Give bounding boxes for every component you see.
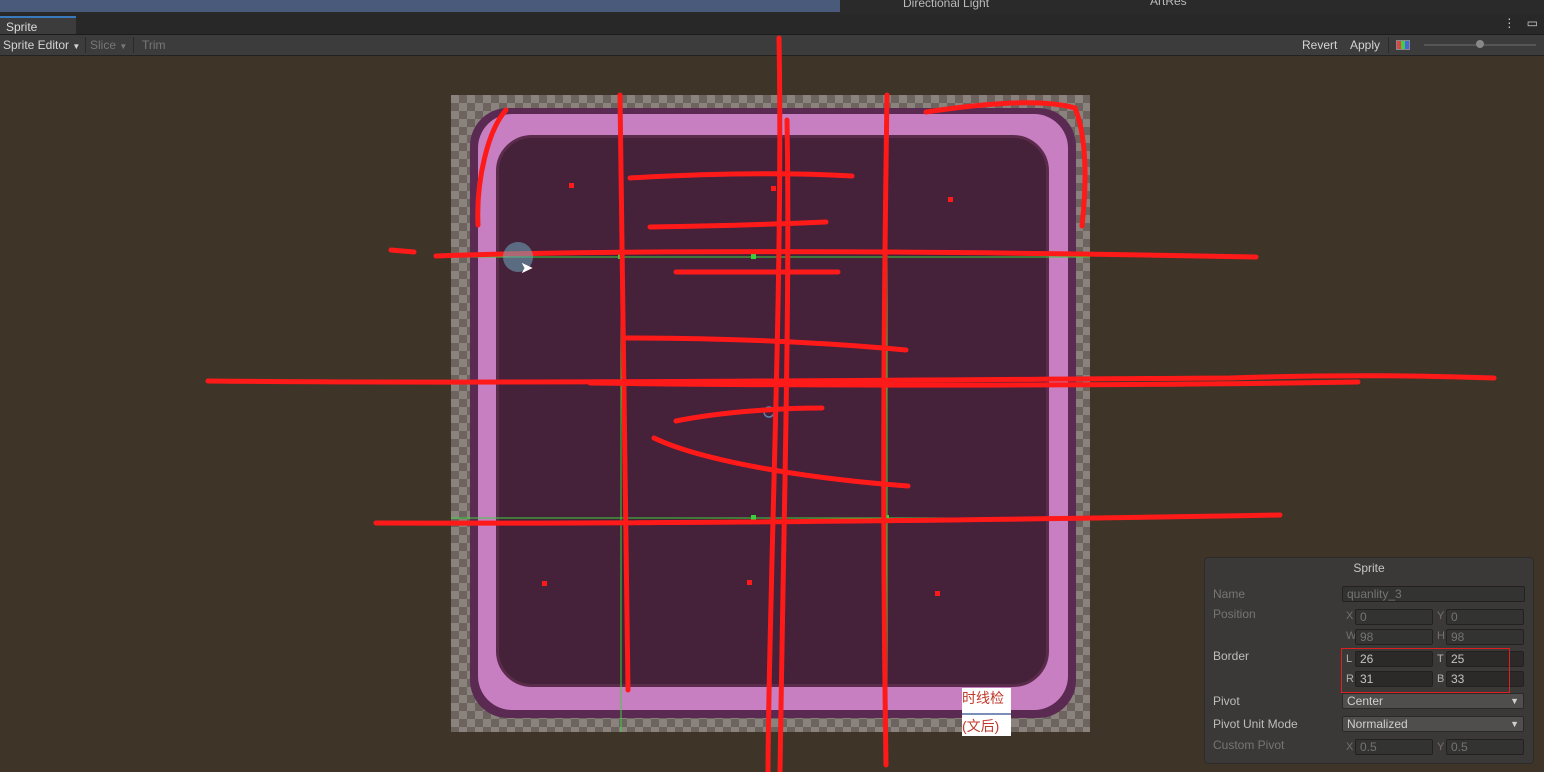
custom-pivot-x-field[interactable]: 0.5 (1355, 739, 1433, 755)
position-w-field[interactable]: 98 (1355, 629, 1433, 645)
cx-prefix: X (1346, 741, 1354, 753)
apply-button[interactable]: Apply (1350, 35, 1380, 55)
cy-prefix: Y (1437, 741, 1445, 753)
y-prefix: Y (1437, 610, 1445, 622)
pivot-value: Center (1347, 694, 1384, 708)
hierarchy-item-directional-light[interactable]: Directional Light (903, 0, 989, 10)
pivot-unit-value: Normalized (1347, 717, 1408, 731)
mode-dropdown[interactable]: Sprite Editor ▼ (3, 35, 80, 55)
h-prefix: H (1437, 630, 1445, 642)
pivot-label: Pivot (1213, 694, 1240, 708)
kebab-menu-icon[interactable]: ⋮ (1503, 16, 1515, 30)
border-label: Border (1213, 649, 1250, 663)
position-x-field[interactable]: 0 (1355, 609, 1433, 625)
name-field[interactable]: quanlity_3 (1342, 586, 1525, 602)
position-label: Position (1213, 607, 1256, 621)
name-label: Name (1213, 587, 1246, 601)
chevron-down-icon: ▼ (72, 42, 81, 51)
chevron-down-icon: ▼ (119, 42, 128, 51)
mouse-cursor-icon: ➤ (520, 260, 534, 277)
slice-label: Slice (90, 38, 117, 52)
top-strip: Directional Light ArtRes (0, 0, 1544, 14)
maximize-icon[interactable]: ▭ (1527, 16, 1538, 30)
pivot-dropdown[interactable]: Center ▼ (1342, 693, 1524, 709)
x-prefix: X (1346, 610, 1354, 622)
custom-pivot-label: Custom Pivot (1213, 738, 1285, 752)
separator (1388, 37, 1389, 53)
scene-header-strip (0, 0, 840, 12)
inspector-title: Sprite (1353, 561, 1385, 575)
window-buttons: ⋮ ▭ (1503, 16, 1538, 30)
revert-button[interactable]: Revert (1302, 35, 1337, 55)
tab-sprite-editor[interactable]: Sprite Editor (0, 16, 76, 52)
border-highlight-box (1341, 648, 1510, 693)
position-h-field[interactable]: 98 (1446, 629, 1524, 645)
popup-divider (962, 713, 1011, 715)
zoom-slider[interactable] (1424, 40, 1536, 48)
tab-bar: Sprite Editor ⋮ ▭ (0, 14, 1544, 52)
rgb-channel-icon[interactable] (1396, 40, 1410, 50)
popup-line-1: 时线检 (962, 690, 1004, 706)
sprite-editor-toolbar: Sprite Editor ▼ Slice ▼ Trim Revert Appl… (0, 35, 1544, 56)
position-y-field[interactable]: 0 (1446, 609, 1524, 625)
project-item-artres[interactable]: ArtRes (1150, 0, 1187, 8)
slice-dropdown[interactable]: Slice ▼ (90, 35, 127, 55)
sprite-inner-panel (496, 135, 1049, 687)
mode-label: Sprite Editor (3, 38, 70, 52)
pivot-unit-dropdown[interactable]: Normalized ▼ (1342, 716, 1524, 732)
pivot-unit-label: Pivot Unit Mode (1213, 717, 1298, 731)
chevron-down-icon: ▼ (1510, 719, 1519, 729)
zoom-slider-thumb[interactable] (1476, 40, 1484, 48)
separator (85, 37, 86, 53)
separator (133, 37, 134, 53)
trim-button[interactable]: Trim (142, 35, 166, 55)
popup-line-2: (文后) (962, 718, 1000, 734)
custom-pivot-y-field[interactable]: 0.5 (1446, 739, 1524, 755)
popup-fragment: 时线检 (文后) (962, 688, 1011, 736)
chevron-down-icon: ▼ (1510, 696, 1519, 706)
